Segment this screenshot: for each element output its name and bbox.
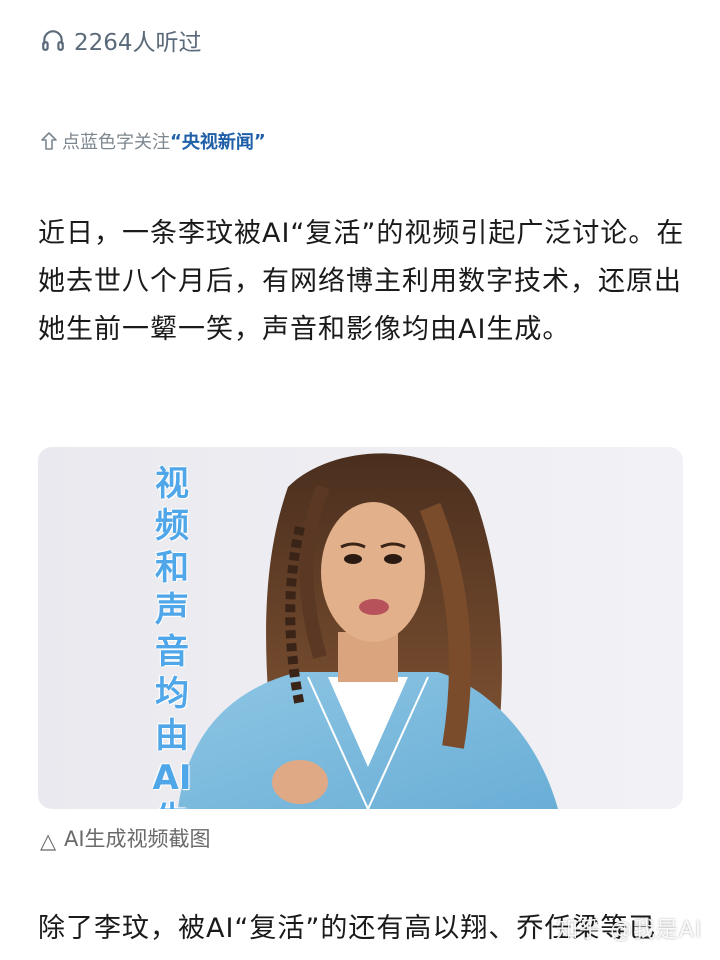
article-paragraph-1: 近日，一条李玟被AI“复活”的视频引起广泛讨论。在她去世八个月后，有网络博主利用… xyxy=(38,218,685,345)
image-caption: △ AI生成视频截图 xyxy=(40,823,211,853)
caption-text: AI生成视频截图 xyxy=(64,827,211,851)
quote-close: ” xyxy=(253,130,266,152)
video-overlay-text: 视频和声音均由AI生成 xyxy=(152,464,192,809)
caption-triangle-icon: △ xyxy=(40,829,57,853)
site-watermark: 知乎 @我是AI xyxy=(556,918,703,943)
follow-prefix: 点蓝色字关注 xyxy=(62,132,170,153)
video-screenshot[interactable]: 视频和声音均由AI生成 xyxy=(38,447,683,809)
listen-count-row[interactable]: 2264人听过 xyxy=(40,22,202,58)
listen-count: 2264人听过 xyxy=(74,30,202,56)
follow-prompt[interactable]: 点蓝色字关注 “ 央视新闻 ” xyxy=(40,128,266,154)
article-page: 2264人听过 点蓝色字关注 “ 央视新闻 ” 近日，一条李玟被AI“复活”的视… xyxy=(0,0,720,960)
up-arrow-icon xyxy=(40,131,58,151)
headphones-icon xyxy=(40,27,66,53)
video-frame-image xyxy=(38,447,683,809)
account-name-link[interactable]: 央视新闻 xyxy=(182,128,254,154)
quote-open: “ xyxy=(170,130,182,152)
